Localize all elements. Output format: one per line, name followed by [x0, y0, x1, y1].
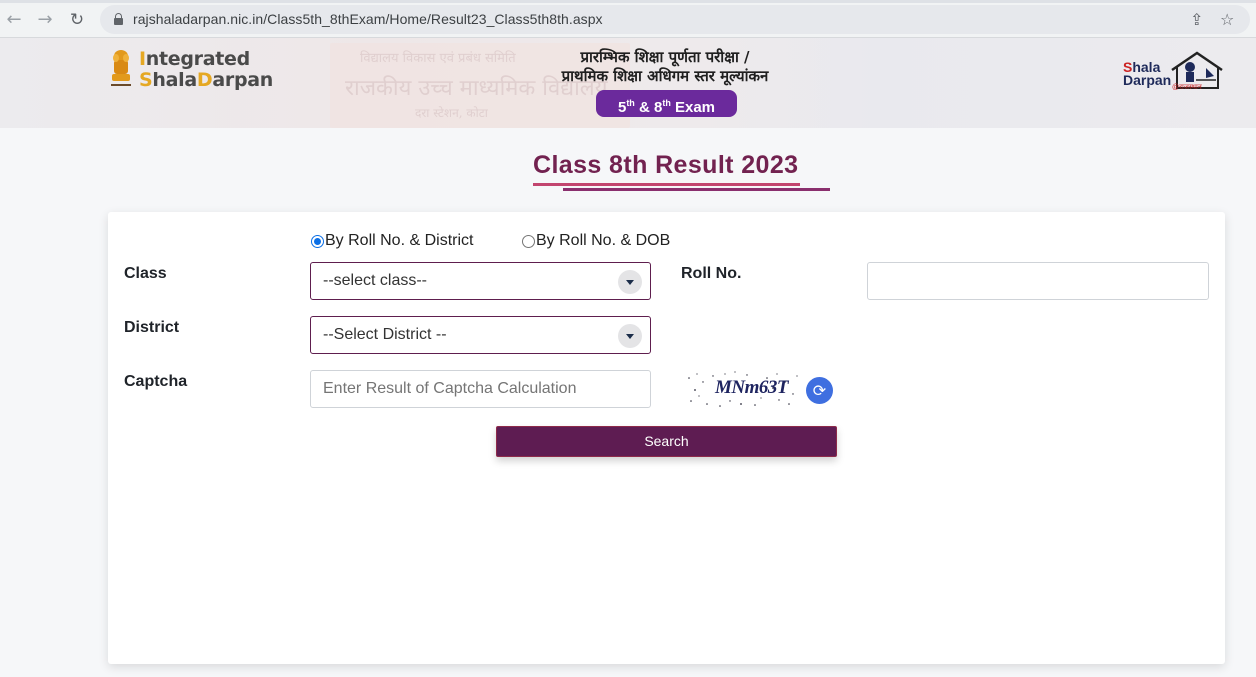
bookmark-star-icon[interactable]: ☆ — [1220, 10, 1234, 29]
title-underline-secondary — [563, 188, 830, 191]
radio-roll-dob[interactable]: By Roll No. & DOB — [522, 232, 670, 250]
chevron-down-icon[interactable] — [618, 270, 642, 294]
lock-icon[interactable] — [114, 13, 123, 25]
refresh-captcha-icon[interactable]: ⟳ — [806, 377, 833, 404]
background-board-text: दरा स्टेशन, कोटा — [415, 106, 488, 120]
title-underline — [533, 183, 800, 186]
captcha-image: MNm63T — [685, 368, 801, 412]
captcha-input[interactable] — [310, 370, 651, 408]
exam-badge: 5th & 8th Exam — [596, 90, 737, 117]
result-search-form: By Roll No. & District By Roll No. & DOB… — [108, 212, 1225, 664]
back-arrow-icon[interactable]: ← — [3, 9, 25, 31]
captcha-label: Captcha — [124, 373, 188, 390]
roll-no-label: Roll No. — [681, 265, 742, 282]
radio-button[interactable] — [522, 234, 535, 248]
background-board-text: विद्यालय विकास एवं प्रबंध समिति — [360, 51, 516, 66]
address-bar[interactable]: rajshaladarpan.nic.in/Class5th_8thExam/H… — [100, 5, 1250, 34]
share-icon[interactable]: ⇪ — [1190, 10, 1203, 29]
search-button[interactable]: Search — [496, 426, 837, 457]
radio-button-checked[interactable] — [311, 234, 324, 248]
shaladarpan-rajasthan-logo[interactable]: Shala Darpan @राजस्थान — [1120, 50, 1228, 96]
reload-icon[interactable]: ↻ — [66, 9, 88, 31]
url-text[interactable]: rajshaladarpan.nic.in/Class5th_8thExam/H… — [133, 11, 603, 27]
class-label: Class — [124, 265, 167, 282]
radio-roll-district[interactable]: By Roll No. & District — [311, 232, 473, 250]
tab-strip — [0, 0, 1256, 3]
class-select[interactable]: --select class-- — [310, 262, 651, 300]
chevron-down-icon[interactable] — [618, 324, 642, 348]
district-select[interactable]: --Select District -- — [310, 316, 651, 354]
integrated-shaladarpan-logo[interactable]: Integrated ShalaDarpan — [139, 49, 273, 91]
page-title: Class 8th Result 2023 — [533, 151, 799, 179]
hindi-exam-title: प्रारम्भिक शिक्षा पूर्णता परीक्षा / प्रा… — [561, 48, 769, 85]
national-emblem-icon — [111, 50, 131, 86]
forward-arrow-icon[interactable]: → — [34, 9, 56, 31]
roll-no-input[interactable] — [867, 262, 1209, 300]
browser-toolbar: ← → ↻ rajshaladarpan.nic.in/Class5th_8th… — [0, 0, 1256, 38]
site-header: विद्यालय विकास एवं प्रबंध समिति राजकीय उ… — [0, 38, 1256, 128]
district-label: District — [124, 319, 180, 336]
